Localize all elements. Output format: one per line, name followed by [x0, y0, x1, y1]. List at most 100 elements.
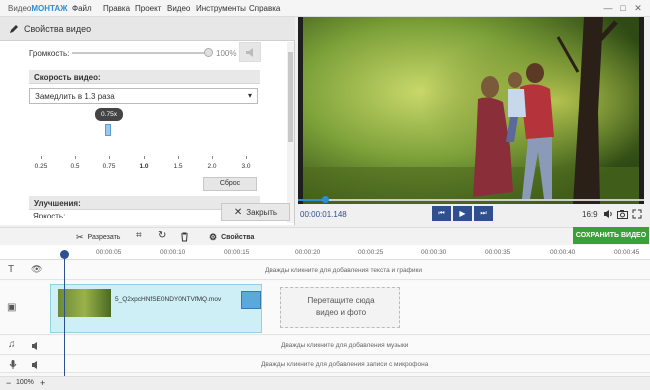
- app-logo: ВидеоМОНТАЖ: [8, 4, 68, 13]
- music-track-hint: Дважды кликните для добавления музыки: [281, 342, 409, 349]
- speed-tick-label: 2.0: [207, 163, 217, 170]
- maximize-button[interactable]: □: [617, 3, 629, 14]
- properties-button[interactable]: ⚙ Свойства: [209, 232, 254, 243]
- close-icon: ✕: [233, 206, 243, 218]
- ruler-label: 00:00:35: [485, 249, 511, 256]
- speed-tick-label: 1.5: [173, 163, 183, 170]
- text-track[interactable]: T 👁 Дважды кликните для добавления текст…: [0, 261, 650, 280]
- speed-dropdown[interactable]: Замедлить в 1.3 раза ▾: [29, 88, 258, 104]
- volume-icon[interactable]: [603, 209, 613, 219]
- speaker-icon[interactable]: [31, 341, 41, 351]
- menu-bar: ВидеоМОНТАЖ Файл Правка Проект Видео Инс…: [0, 0, 650, 17]
- cut-button[interactable]: ✂ Разрезать: [76, 232, 120, 243]
- ruler-label: 00:00:40: [550, 249, 576, 256]
- menu-video[interactable]: Видео: [167, 4, 190, 13]
- ruler-label: 00:00:05: [96, 249, 122, 256]
- zoom-value: 100%: [16, 379, 34, 386]
- tick-mark: [109, 156, 110, 159]
- speed-tick-label: 0.5: [70, 163, 80, 170]
- chevron-down-icon: ▾: [247, 91, 252, 100]
- ruler-label: 00:00:45: [614, 249, 640, 256]
- scrollbar-thumb[interactable]: [288, 52, 293, 142]
- video-preview[interactable]: [298, 17, 644, 204]
- playback-progress-fill: [298, 199, 323, 201]
- properties-label: Свойства: [221, 234, 255, 241]
- speed-tick-label: 0.25: [34, 163, 48, 170]
- mic-track[interactable]: Дважды кликните для добавления записи с …: [0, 356, 650, 373]
- panel-title: Свойства видео: [24, 24, 92, 34]
- camera-icon[interactable]: [617, 209, 628, 219]
- ruler-label: 00:00:25: [358, 249, 384, 256]
- volume-label: Громкость:: [29, 49, 70, 58]
- volume-value: 100%: [216, 49, 237, 58]
- menu-tools[interactable]: Инструменты: [196, 4, 246, 13]
- text-icon: T: [8, 264, 15, 275]
- minimize-button[interactable]: —: [602, 3, 614, 14]
- playhead-knob[interactable]: [60, 250, 69, 259]
- playback-progress-track[interactable]: [298, 199, 644, 201]
- speed-selected-value: Замедлить в 1.3 раза: [35, 92, 115, 101]
- tick-mark: [75, 156, 76, 159]
- close-button-label: Закрыть: [246, 207, 278, 217]
- video-track[interactable]: ▣ 5_Q2xpcHNfSE0NDY0NTVfMQ.mov Перетащите…: [0, 281, 650, 335]
- speed-section-header: Скорость видео:: [29, 70, 260, 84]
- eye-icon[interactable]: 👁: [31, 264, 42, 275]
- playhead-handle[interactable]: [322, 196, 329, 203]
- film-icon: ▣: [7, 302, 17, 313]
- previous-frame-button[interactable]: ⏮: [432, 206, 451, 221]
- video-clip[interactable]: 5_Q2xpcHNfSE0NDY0NTVfMQ.mov: [50, 284, 262, 333]
- tick-mark: [41, 156, 42, 159]
- speaker-icon: [246, 48, 253, 57]
- transition-icon[interactable]: [241, 291, 261, 309]
- music-track[interactable]: ♫ Дважды кликните для добавления музыки: [0, 336, 650, 355]
- music-note-icon: ♫: [8, 339, 16, 350]
- play-button[interactable]: ▶: [453, 206, 472, 221]
- tick-mark: [246, 156, 247, 159]
- microphone-icon: [9, 360, 17, 369]
- drop-zone[interactable]: Перетащите сюда видео и фото: [280, 287, 400, 328]
- rotate-button[interactable]: ↻: [158, 230, 166, 241]
- zoom-in-button[interactable]: +: [40, 378, 45, 388]
- video-frame-image: [303, 17, 639, 204]
- timeline[interactable]: 00:00:05 00:00:10 00:00:15 00:00:20 00:0…: [0, 245, 650, 376]
- ruler-label: 00:00:20: [295, 249, 321, 256]
- cut-label: Разрезать: [87, 234, 121, 241]
- edit-toolbar: ✂ Разрезать ⌗ ↻ ⚙ Свойства: [0, 227, 650, 245]
- crop-icon: ⌗: [136, 230, 142, 241]
- reset-button[interactable]: Сброс: [203, 177, 257, 191]
- next-frame-button[interactable]: ⏭: [474, 206, 493, 221]
- panel-scrollbar[interactable]: [287, 42, 294, 223]
- aspect-ratio-button[interactable]: 16:9: [582, 210, 598, 219]
- menu-help[interactable]: Справка: [249, 4, 280, 13]
- speaker-icon[interactable]: [31, 360, 41, 370]
- close-panel-button[interactable]: ✕ Закрыть: [221, 203, 290, 221]
- timeline-playhead[interactable]: [64, 250, 65, 376]
- drop-zone-line1: Перетащите сюда: [307, 296, 375, 305]
- speed-tick-label: 3.0: [241, 163, 251, 170]
- speed-slider-handle[interactable]: [105, 124, 111, 136]
- mute-button[interactable]: [239, 42, 261, 62]
- crop-button[interactable]: ⌗: [136, 230, 142, 241]
- mic-track-hint: Дважды кликните для добавления записи с …: [261, 361, 429, 368]
- volume-slider[interactable]: [72, 52, 208, 54]
- menu-project[interactable]: Проект: [135, 4, 161, 13]
- clip-filename: 5_Q2xpcHNfSE0NDY0NTVfMQ.mov: [115, 296, 222, 303]
- gear-icon: ⚙: [209, 232, 218, 242]
- zoom-out-button[interactable]: −: [6, 378, 11, 388]
- ruler-label: 00:00:10: [160, 249, 186, 256]
- pencil-icon: [10, 25, 18, 33]
- fullscreen-icon[interactable]: [632, 209, 642, 219]
- timecode: 00:00:01.148: [300, 210, 347, 219]
- ruler-label: 00:00:15: [224, 249, 250, 256]
- menu-file[interactable]: Файл: [72, 4, 92, 13]
- volume-slider-handle[interactable]: [204, 48, 213, 57]
- zoom-bar: − 100% +: [0, 376, 650, 390]
- trash-icon[interactable]: [180, 232, 189, 242]
- menu-edit[interactable]: Правка: [103, 4, 130, 13]
- close-window-button[interactable]: ✕: [632, 3, 644, 14]
- app-window: ВидеоМОНТАЖ Файл Правка Проект Видео Инс…: [0, 0, 650, 390]
- tick-mark: [212, 156, 213, 159]
- save-video-button[interactable]: СОХРАНИТЬ ВИДЕО: [573, 227, 649, 244]
- scissors-icon: ✂: [76, 232, 84, 242]
- clip-thumbnail: [58, 289, 111, 317]
